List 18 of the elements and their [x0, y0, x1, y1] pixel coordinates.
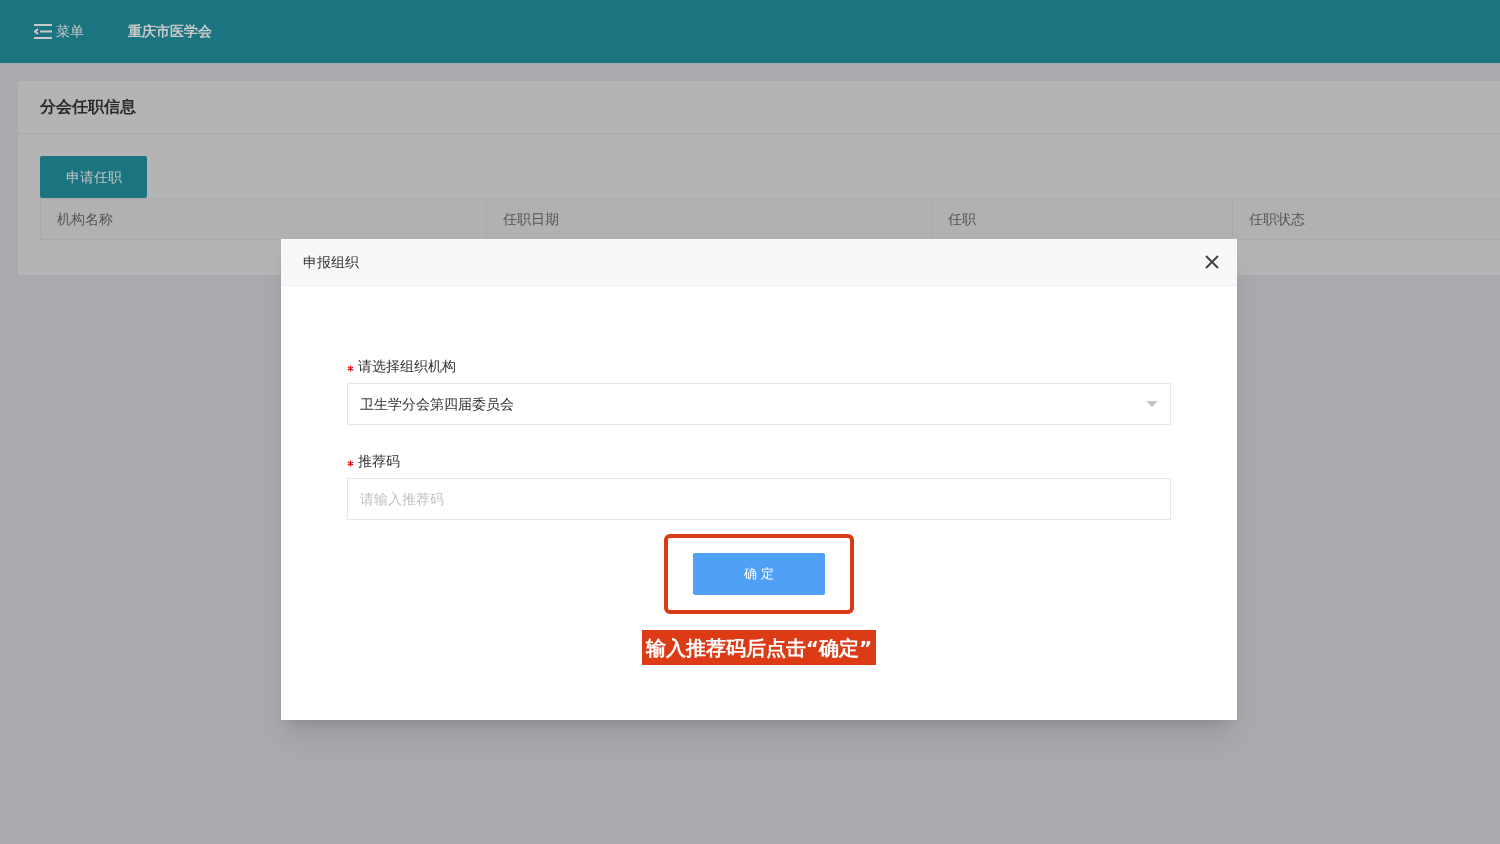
menu-label[interactable]: 菜单 — [56, 21, 84, 42]
column-header: 任职 — [948, 209, 976, 229]
confirm-button[interactable]: 确 定 — [693, 553, 825, 595]
input-field[interactable]: 请输入推荐码 — [347, 478, 1171, 520]
site-title: 重庆市医学会 — [128, 22, 212, 41]
menu-icon[interactable] — [34, 24, 52, 39]
apply-button[interactable]: 申请任职 — [40, 156, 147, 198]
caret-icon — [1146, 401, 1158, 407]
column-header: 任职日期 — [503, 209, 559, 229]
annotation-callout: 输入推荐码后点击“确定” — [641, 630, 877, 665]
organization-select[interactable]: 卫生学分会第四届委员会 — [347, 383, 1171, 425]
section-title: 分会任职信息 — [40, 96, 136, 118]
field-label: 推荐码 — [358, 452, 400, 471]
column-header: 机构名称 — [57, 209, 113, 229]
column-header: 任职状态 — [1249, 209, 1305, 229]
close-icon[interactable] — [1205, 255, 1219, 269]
dialog-title: 申报组织 — [303, 252, 359, 272]
field-label: 请选择组织机构 — [358, 357, 456, 376]
